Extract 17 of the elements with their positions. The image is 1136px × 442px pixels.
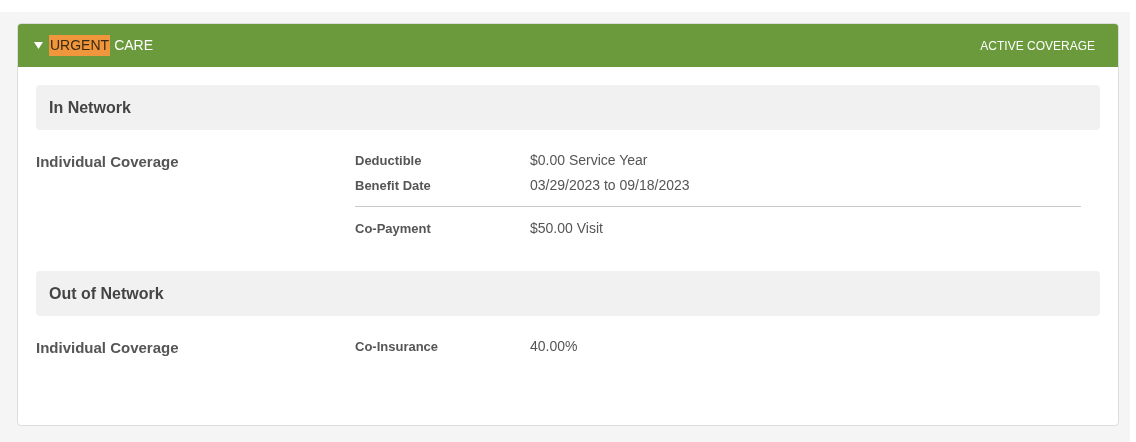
benefit-value: $0.00 Service Year: [530, 151, 648, 170]
benefit-label: Co-Payment: [355, 219, 432, 238]
section-header: Out of Network: [36, 271, 1100, 316]
card-title: CARE: [114, 36, 154, 55]
coverage-type: Individual Coverage: [36, 339, 179, 356]
coverage-status: ACTIVE COVERAGE: [980, 37, 1096, 55]
collapse-toggle[interactable]: [33, 40, 43, 51]
benefit-label: Co-Insurance: [355, 337, 440, 356]
coverage-type: Individual Coverage: [36, 153, 179, 170]
caret-down-icon: [33, 42, 43, 49]
benefit-value: 40.00%: [530, 337, 578, 356]
benefit-value: 03/29/2023 to 09/18/2023: [530, 176, 690, 195]
section-header: In Network: [36, 85, 1100, 130]
benefit-label: Benefit Date: [355, 176, 432, 195]
benefit-label: Deductible: [355, 151, 423, 170]
benefit-value: $50.00 Visit: [530, 219, 603, 238]
highlighted-title-word: URGENT: [49, 35, 111, 56]
